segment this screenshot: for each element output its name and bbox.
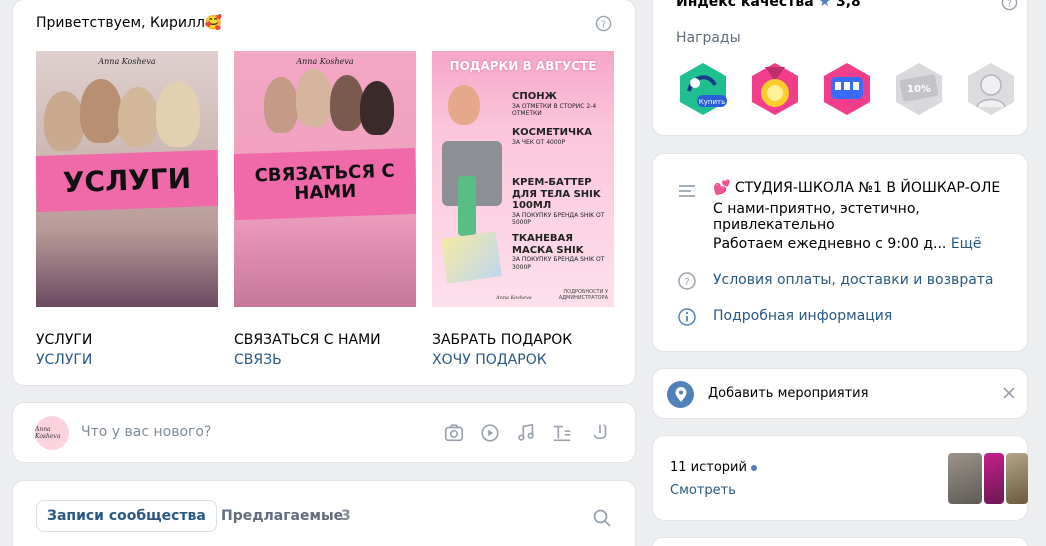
svg-text:?: ? <box>1007 0 1012 9</box>
award-badge-avatar[interactable] <box>963 61 1019 117</box>
next-widget <box>652 537 1028 546</box>
post-composer[interactable]: Anna Kosheva Что у вас нового? <box>12 402 636 463</box>
menu-lines-icon <box>679 185 695 197</box>
add-events-widget[interactable]: Добавить мероприятия <box>652 368 1028 419</box>
brand-logo: Anna Kosheva <box>496 295 532 301</box>
brand-logo: Anna Kosheva <box>296 57 354 66</box>
sheet-mask-image <box>441 231 502 284</box>
svg-text:?: ? <box>601 19 606 30</box>
tile-services[interactable]: Anna Kosheva УСЛУГИ <box>36 51 218 307</box>
tile-services-banner: УСЛУГИ <box>36 149 218 213</box>
article-icon[interactable] <box>551 422 573 444</box>
question-circle-icon: ? <box>678 272 696 290</box>
svg-text:?: ? <box>684 277 689 288</box>
story-thumbnail[interactable] <box>1006 453 1028 504</box>
gift-item: КРЕМ-БАТТЕР ДЛЯ ТЕЛА SHIK 100МЛ ЗА ПОКУП… <box>512 177 605 227</box>
camera-icon[interactable] <box>443 422 465 444</box>
unread-dot-icon <box>750 464 757 471</box>
more-link[interactable]: Ещё <box>951 236 982 252</box>
brand-logo: Anna Kosheva <box>98 57 156 66</box>
tile-gift-title: ЗАБРАТЬ ПОДАРОК <box>432 332 573 348</box>
details-link[interactable]: Подробная информация <box>713 308 892 324</box>
badge-percent-label: 10% <box>907 84 931 95</box>
location-pin-icon <box>667 381 694 408</box>
community-info: 💕 СТУДИЯ-ШКОЛА №1 В ЙОШКАР-ОЛЕ С нами-пр… <box>652 153 1028 352</box>
cream-tube-image <box>458 176 476 236</box>
stories-count: 11 историй <box>670 460 757 475</box>
story-thumbnail[interactable] <box>948 453 982 504</box>
tab-community-posts[interactable]: Записи сообщества <box>36 500 217 532</box>
gift-item: КОСМЕТИЧКА ЗА ЧЕК ОТ 4000Р <box>512 127 592 146</box>
award-badge-chat[interactable] <box>819 61 875 117</box>
badge-buy-label: Купить <box>699 98 725 106</box>
tile-gift-link[interactable]: ХОЧУ ПОДАРОК <box>432 352 547 368</box>
info-heading: 💕 СТУДИЯ-ШКОЛА №1 В ЙОШКАР-ОЛЕ <box>713 180 1001 196</box>
tile-contact-title: СВЯЗАТЬСЯ С НАМИ <box>234 332 381 348</box>
star-icon: ★ <box>818 0 832 10</box>
tile-gift[interactable]: ПОДАРКИ В АВГУСТЕ СПОНЖ ЗА ОТМЕТКИ В СТО… <box>432 51 614 307</box>
tile-contact-banner: СВЯЗАТЬСЯ С НАМИ <box>234 147 416 221</box>
gift-item: ТКАНЕВАЯ МАСКА SHIK ЗА ПОКУПКУ БРЕНДА SH… <box>512 233 605 271</box>
awards-widget: Индекс качества ★ 3,8 ? Награды Купить 1… <box>652 0 1028 136</box>
tile-contact-image[interactable]: Anna Kosheva СВЯЗАТЬСЯ С НАМИ <box>234 51 416 307</box>
info-circle-icon <box>678 308 696 326</box>
tile-contact[interactable]: Anna Kosheva СВЯЗАТЬСЯ С НАМИ <box>234 51 416 307</box>
sponge-image <box>448 85 480 125</box>
video-icon[interactable] <box>479 422 501 444</box>
story-thumbnail[interactable] <box>984 453 1004 504</box>
payment-terms-link[interactable]: Условия оплаты, доставки и возврата <box>713 272 994 288</box>
welcome-widget: Приветствуем, Кирилл🥰 ? Anna Kosheva УСЛ… <box>12 0 636 386</box>
gift-item: СПОНЖ ЗА ОТМЕТКИ В СТОРИС 2-4 ОТМЕТКИ <box>512 91 597 118</box>
tile-services-title: УСЛУГИ <box>36 332 93 348</box>
stories-view-link[interactable]: Смотреть <box>670 483 736 498</box>
gift-footer: ПОДРОБНОСТИ У АДМИНИСТРАТОРА <box>558 289 608 301</box>
clip-icon[interactable] <box>589 422 611 444</box>
composer-input[interactable]: Что у вас нового? <box>81 424 211 440</box>
tab-suggested[interactable]: Предлагаемые <box>221 508 343 524</box>
close-icon[interactable] <box>1002 386 1016 400</box>
awards-title: Награды <box>676 30 741 46</box>
help-icon[interactable]: ? <box>1001 0 1018 11</box>
add-events-label[interactable]: Добавить мероприятия <box>708 386 868 401</box>
quality-index[interactable]: Индекс качества ★ 3,8 <box>676 0 861 10</box>
stories-widget[interactable]: 11 историй Смотреть <box>652 435 1028 521</box>
help-icon[interactable]: ? <box>595 15 612 32</box>
tile-services-image[interactable]: Anna Kosheva УСЛУГИ <box>36 51 218 307</box>
wall-tabs: Записи сообщества Предлагаемые 3 <box>12 480 636 546</box>
tile-contact-link[interactable]: СВЯЗЬ <box>234 352 282 368</box>
gift-headline: ПОДАРКИ В АВГУСТЕ <box>449 59 597 73</box>
award-badge-medal[interactable] <box>747 61 803 117</box>
tile-services-link[interactable]: УСЛУГИ <box>36 352 92 368</box>
info-tagline: С нами-приятно, эстетично, привлекательн… <box>713 201 920 233</box>
award-badge-buy[interactable]: Купить <box>675 61 731 117</box>
avatar[interactable]: Anna Kosheva <box>35 416 69 450</box>
tile-gift-image[interactable]: ПОДАРКИ В АВГУСТЕ СПОНЖ ЗА ОТМЕТКИ В СТО… <box>432 51 614 307</box>
welcome-greeting: Приветствуем, Кирилл🥰 <box>36 15 223 31</box>
info-hours: Работаем ежедневно с 9:00 д... Ещё <box>713 236 982 252</box>
award-badge-percent[interactable]: 10% <box>891 61 947 117</box>
music-icon[interactable] <box>515 422 537 444</box>
suggested-count: 3 <box>341 508 351 524</box>
search-icon[interactable] <box>592 508 612 528</box>
